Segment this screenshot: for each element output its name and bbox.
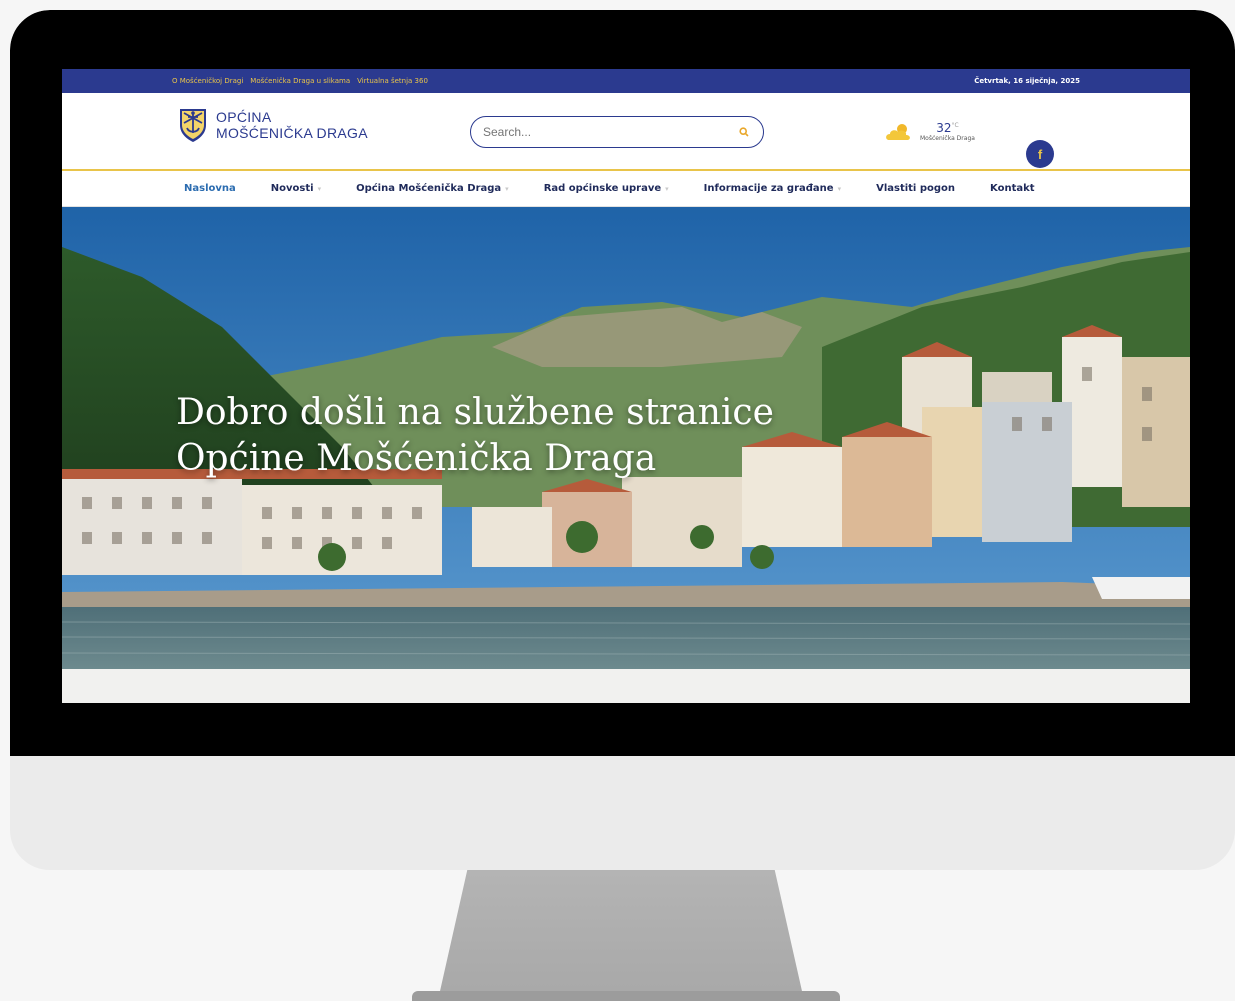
nav-item-label: Vlastiti pogon — [876, 183, 956, 194]
shield-logo-icon — [180, 109, 206, 142]
weather-location: Mošćenička Draga — [920, 135, 975, 142]
search-box — [470, 116, 764, 148]
search-icon[interactable] — [737, 125, 751, 139]
top-bar: O Mošćeničkoj Dragi Mošćenička Draga u s… — [62, 69, 1190, 93]
nav-item-label: Naslovna — [184, 183, 236, 194]
monitor-bezel: O Mošćeničkoj Dragi Mošćenička Draga u s… — [10, 10, 1235, 756]
nav-item-label: Informacije za građane — [703, 183, 834, 194]
weather-temperature: 32 — [936, 121, 952, 135]
chevron-down-icon: ▾ — [837, 184, 842, 193]
monitor-mockup: O Mošćeničkoj Dragi Mošćenička Draga u s… — [0, 0, 1235, 1001]
monitor-base — [412, 991, 840, 1001]
weather-widget: 32°C Mošćenička Draga — [884, 121, 975, 142]
logo-line-1: OPĆINA — [216, 109, 272, 125]
main-navigation: Naslovna Novosti ▾ Općina Mošćenička Dra… — [62, 171, 1190, 207]
weather-cloud-icon — [886, 123, 910, 140]
site-header: OPĆINA MOŠĆENIČKA DRAGA Search... 32°C M… — [62, 93, 1190, 171]
site-logo[interactable]: OPĆINA MOŠĆENIČKA DRAGA — [178, 107, 368, 143]
website-screen: O Mošćeničkoj Dragi Mošćenička Draga u s… — [62, 69, 1190, 703]
monitor-frame: O Mošćeničkoj Dragi Mošćenička Draga u s… — [10, 10, 1235, 870]
chevron-down-icon: ▾ — [505, 184, 509, 193]
hero-banner: Dobro došli na službene stranice Općine … — [62, 207, 1190, 669]
top-link-o-moscenickoj-dragi[interactable]: O Mošćeničkoj Dragi — [172, 77, 243, 85]
hero-title: Dobro došli na službene stranice Općine … — [176, 390, 774, 482]
current-date: Četvrtak, 16 siječnja, 2025 — [974, 77, 1080, 85]
nav-item-informacije[interactable]: Informacije za građane ▾ — [704, 183, 841, 194]
search-input[interactable] — [483, 125, 737, 139]
top-bar-links: O Mošćeničkoj Dragi Mošćenička Draga u s… — [172, 77, 428, 85]
nav-item-naslovna[interactable]: Naslovna — [184, 183, 236, 194]
chevron-down-icon: ▾ — [665, 184, 669, 193]
top-link-galerija[interactable]: Mošćenička Draga u slikama — [250, 77, 350, 85]
top-link-virtualna-setnja[interactable]: Virtualna šetnja 360 — [357, 77, 428, 85]
header-accent-line — [62, 169, 1190, 171]
weather-unit: °C — [951, 122, 959, 129]
nav-item-opcina[interactable]: Općina Mošćenička Draga ▾ — [356, 183, 509, 194]
hero-title-line-2: Općine Mošćenička Draga — [176, 438, 657, 479]
logo-line-2: MOŠĆENIČKA DRAGA — [216, 125, 368, 141]
nav-item-label: Rad općinske uprave — [543, 183, 662, 194]
facebook-glyph: f — [1037, 146, 1043, 162]
nav-item-novosti[interactable]: Novosti ▾ — [271, 183, 321, 194]
facebook-icon[interactable]: f — [1026, 140, 1054, 168]
nav-item-rad-uprave[interactable]: Rad općinske uprave ▾ — [544, 183, 669, 194]
nav-item-kontakt[interactable]: Kontakt — [990, 183, 1035, 194]
nav-item-label: Kontakt — [990, 183, 1035, 194]
nav-item-vlastiti-pogon[interactable]: Vlastiti pogon — [876, 183, 955, 194]
hero-title-line-1: Dobro došli na službene stranice — [176, 392, 774, 433]
chevron-down-icon: ▾ — [317, 184, 322, 193]
nav-item-label: Općina Mošćenička Draga — [356, 183, 502, 194]
monitor-stand — [438, 870, 804, 1000]
nav-item-label: Novosti — [270, 183, 314, 194]
